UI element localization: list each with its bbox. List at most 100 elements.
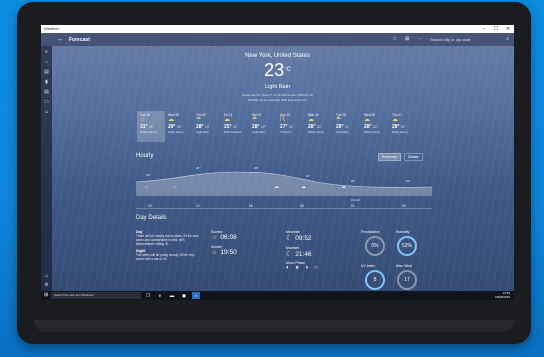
weather-icon: ☂ xyxy=(336,117,342,123)
tablet-screen: Weather ─ ☐ ✕ ← Forecast ☆ ⊞ ··· Search … xyxy=(41,25,514,300)
weather-icon: ☁ xyxy=(168,117,174,123)
day-condition: Rain Showers xyxy=(224,130,242,134)
day-low: 21° xyxy=(344,125,350,129)
task-view-icon[interactable]: ❐ xyxy=(144,292,152,299)
day-condition: Light Rain xyxy=(252,130,265,134)
settings-gear-icon[interactable]: ⚙ xyxy=(41,283,52,288)
cloud-icon: ☁ xyxy=(274,184,279,190)
favorite-star-icon[interactable]: ☆ xyxy=(393,36,397,42)
precipitation-block: Precipitation xyxy=(361,230,380,234)
sunrise-value: ☼ 06:08 xyxy=(211,234,237,241)
file-explorer-icon[interactable]: ▬ xyxy=(168,292,176,299)
feedback-smiley-icon[interactable]: ☺ xyxy=(41,110,52,115)
day-condition: Mostly Sunny xyxy=(140,130,157,134)
weather-icon: ☁ xyxy=(364,117,370,123)
search-input[interactable]: Search city or zip code xyxy=(430,37,498,42)
day-low: 24° xyxy=(176,125,182,129)
sunset-time: 19:50 xyxy=(220,249,237,256)
day-card[interactable]: Sun 23 ☈ 27° 21° T-Storms xyxy=(277,111,305,142)
day-card[interactable]: Fri 21 ☁ 25° 21° Rain Showers xyxy=(221,111,249,142)
hourly-temp-label: 20° xyxy=(351,179,356,183)
cloud-icon: ☁ xyxy=(301,184,306,190)
humidity-gauge: 52% xyxy=(397,236,417,256)
windows-taskbar: ⊞ Search the web and Windows ❐ e ▬ ▣ ☼ 1… xyxy=(41,291,514,300)
page-title: Forecast xyxy=(69,37,90,43)
weather-app-icon[interactable]: ☼ xyxy=(192,292,200,299)
day-condition: Light Rain xyxy=(196,130,209,134)
day-card[interactable]: Sat 22 ☂ 28° 22° Light Rain xyxy=(249,111,277,142)
day-condition: Partly Sunny xyxy=(364,130,380,134)
day-card[interactable]: Wed 26 ☁ 28° 20° Partly Sunny xyxy=(361,111,389,142)
weather-icon: ☁ xyxy=(392,117,398,123)
hourly-temp-label: 22° xyxy=(146,173,151,177)
moonset-icon: ☾ xyxy=(286,251,293,258)
taskbar-apps: ❐ e ▬ ▣ ☼ xyxy=(144,292,200,299)
hourly-temp-label: 26° xyxy=(254,166,259,170)
sunset-icon: ☼ xyxy=(211,249,218,256)
uv-block: UV Index xyxy=(361,264,375,268)
hourly-temp-label: 22° xyxy=(306,174,311,178)
sun-times: Sunrise ☼ 06:08 Sunset ☼ 19:50 xyxy=(211,230,237,256)
sunrise-time: 06:08 xyxy=(220,234,237,241)
wind-block: Max. Wind xyxy=(396,264,412,268)
day-card[interactable]: Thu 27 ☁ 28° 21° Partly Sunny xyxy=(389,111,417,142)
store-icon[interactable]: ▣ xyxy=(180,292,188,299)
maximize-button[interactable]: ☐ xyxy=(490,25,502,33)
precipitation-gauge: 0% xyxy=(365,236,385,256)
day-card[interactable]: Thu 20 ☂ 28° 20° Light Rain xyxy=(193,111,221,142)
day-low: 21° xyxy=(288,125,294,129)
window-title: Weather xyxy=(44,26,60,31)
weather-icon: ☼ xyxy=(140,117,146,123)
night-summary-text: The skies will be partly cloudy. It'll b… xyxy=(136,253,195,261)
day-summary-text: There will be mostly sunny skies. It'll … xyxy=(136,234,199,246)
day-card[interactable]: Tue 18 ☼ 31° 24° Mostly Sunny xyxy=(137,111,165,142)
weather-icon: ☈ xyxy=(280,117,286,123)
moon-phase-icons: ◐ ● ◑ ○ xyxy=(286,265,320,271)
weather-icon: ☁ xyxy=(308,117,314,123)
hourly-temp-label: 20° xyxy=(406,179,411,183)
back-arrow-icon[interactable]: ← xyxy=(57,36,64,43)
max-wind-gauge: 17 xyxy=(397,270,417,290)
more-options-icon[interactable]: ··· xyxy=(417,36,422,42)
system-tray[interactable]: 13:45 18/08/2015 xyxy=(494,291,510,299)
sunset-value: ☼ 19:50 xyxy=(211,249,237,256)
moonset-value: ☾ 21:46 xyxy=(286,250,320,259)
temp-unit: °C xyxy=(284,67,291,73)
app-bar: ← Forecast ☆ ⊞ ··· Search city or zip co… xyxy=(41,33,514,46)
start-windows-icon[interactable]: ⊞ xyxy=(44,293,48,298)
day-low: 21° xyxy=(232,125,238,129)
taskbar-search-box[interactable]: Search the web and Windows xyxy=(51,292,141,299)
hourly-temp-label: 26° xyxy=(196,166,201,170)
weather-icon: ☂ xyxy=(196,117,202,123)
close-button[interactable]: ✕ xyxy=(502,25,514,33)
clock-date: 18/08/2015 xyxy=(494,294,510,299)
account-icon[interactable]: ☺ xyxy=(41,274,52,279)
sun-icon: ☼ xyxy=(172,184,177,190)
sunrise-icon: ☼ xyxy=(211,234,218,241)
current-meta-line-2: Visibility 16 km Humidity 85% Dew Point … xyxy=(247,98,307,102)
day-details-heading: Day Details xyxy=(136,215,167,221)
day-card[interactable]: Tue 25 ☂ 28° 21° Light Rain xyxy=(333,111,361,142)
weather-icon: ☁ xyxy=(224,117,230,123)
search-icon[interactable]: ⌕ xyxy=(506,36,509,42)
moonrise-icon: ☾ xyxy=(286,235,293,242)
precipitation-heading: Precipitation xyxy=(361,230,380,234)
day-card[interactable]: Wed 19 ☁ 29° 24° Partly Sunny xyxy=(165,111,193,142)
day-card[interactable]: Mon 24 ☁ 28° 20° Partly Sunny xyxy=(305,111,333,142)
hourly-heading: Hourly xyxy=(136,153,154,159)
edge-browser-icon[interactable]: e xyxy=(156,292,164,299)
temp-value: 23 xyxy=(264,60,285,80)
weather-icon: ☂ xyxy=(252,117,258,123)
sun-icon: ☼ xyxy=(144,184,149,190)
pin-icon[interactable]: ⊞ xyxy=(405,36,409,42)
moon-times: Moonrise ☾ 09:52 Moonset ☾ 21:46 Moon Phas… xyxy=(286,230,320,271)
day-night-summary: Day There will be mostly sunny skies. It… xyxy=(136,230,201,261)
minimize-button[interactable]: ─ xyxy=(478,25,490,33)
moonrise-time: 09:52 xyxy=(295,234,312,242)
uv-index-heading: UV Index xyxy=(361,264,375,268)
window-titlebar: Weather ─ ☐ ✕ xyxy=(41,25,514,33)
humidity-block: Humidity xyxy=(396,230,409,234)
current-meta-line-1: Feels Like 23° Wind ↗ 4 mph Barometer 10… xyxy=(242,93,313,97)
max-wind-heading: Max. Wind xyxy=(396,264,413,268)
daily-forecast: Tue 18 ☼ 31° 24° Mostly Sunny Wed 19 ☁ 2… xyxy=(137,111,417,142)
